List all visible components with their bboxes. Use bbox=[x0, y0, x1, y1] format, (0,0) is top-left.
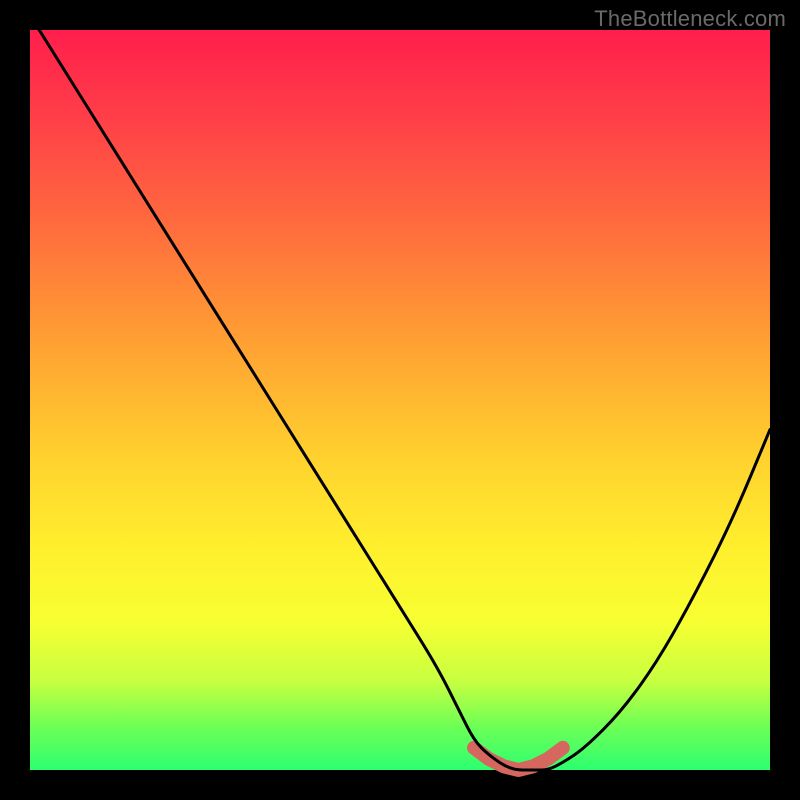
watermark-label: TheBottleneck.com bbox=[594, 6, 786, 32]
chart-frame: TheBottleneck.com bbox=[0, 0, 800, 800]
bottleneck-curve-path bbox=[30, 15, 770, 770]
optimal-band-marker bbox=[474, 748, 563, 770]
chart-svg bbox=[30, 30, 770, 770]
plot-area bbox=[30, 30, 770, 770]
